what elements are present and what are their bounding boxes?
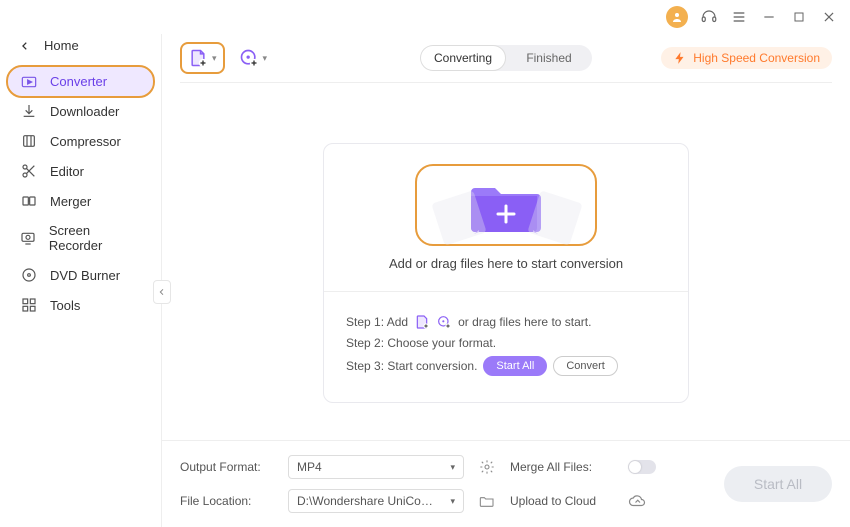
merger-icon bbox=[20, 193, 38, 209]
maximize-icon[interactable] bbox=[790, 8, 808, 26]
sidebar-item-label: Merger bbox=[50, 194, 91, 209]
sidebar-item-downloader[interactable]: Downloader bbox=[8, 96, 153, 126]
file-location-select[interactable]: D:\Wondershare UniConverter 1 ▾ bbox=[288, 489, 464, 513]
sidebar-item-editor[interactable]: Editor bbox=[8, 156, 153, 186]
support-icon[interactable] bbox=[700, 8, 718, 26]
start-all-sample-button[interactable]: Start All bbox=[483, 356, 547, 376]
chevron-down-icon: ▾ bbox=[450, 462, 455, 473]
sidebar-item-tools[interactable]: Tools bbox=[8, 290, 153, 320]
merge-label: Merge All Files: bbox=[510, 460, 620, 474]
merge-toggle[interactable] bbox=[628, 460, 656, 474]
close-icon[interactable] bbox=[820, 8, 838, 26]
sidebar: Home Converter Downloader Compressor Edi… bbox=[0, 34, 162, 527]
high-speed-label: High Speed Conversion bbox=[693, 51, 820, 65]
sidebar-item-compressor[interactable]: Compressor bbox=[8, 126, 153, 156]
sidebar-item-dvd-burner[interactable]: DVD Burner bbox=[8, 260, 153, 290]
sidebar-item-label: Editor bbox=[50, 164, 84, 179]
divider bbox=[324, 291, 688, 292]
menu-icon[interactable] bbox=[730, 8, 748, 26]
compressor-icon bbox=[20, 133, 38, 149]
start-all-button[interactable]: Start All bbox=[724, 466, 832, 502]
convert-sample-button[interactable]: Convert bbox=[553, 356, 618, 376]
grid-icon bbox=[20, 297, 38, 313]
cloud-icon[interactable] bbox=[628, 494, 716, 508]
home-label: Home bbox=[44, 38, 79, 53]
minimize-icon[interactable] bbox=[760, 8, 778, 26]
drop-zone[interactable] bbox=[415, 164, 597, 246]
upload-label: Upload to Cloud bbox=[510, 494, 620, 508]
tab-finished[interactable]: Finished bbox=[506, 45, 592, 71]
drop-card: Add or drag files here to start conversi… bbox=[323, 143, 689, 403]
tab-converting[interactable]: Converting bbox=[420, 45, 506, 71]
add-file-icon bbox=[414, 314, 430, 330]
chevron-down-icon: ▾ bbox=[263, 53, 268, 64]
settings-icon[interactable] bbox=[472, 459, 502, 475]
add-disc-icon bbox=[436, 314, 452, 330]
sidebar-collapse-button[interactable] bbox=[153, 280, 171, 304]
disc-icon bbox=[20, 267, 38, 283]
converter-icon bbox=[20, 75, 38, 89]
home-row[interactable]: Home bbox=[0, 34, 161, 67]
drop-title: Add or drag files here to start conversi… bbox=[389, 256, 623, 271]
avatar[interactable] bbox=[666, 6, 688, 28]
step-1: Step 1: Add or drag files here to start. bbox=[346, 314, 666, 330]
sidebar-item-label: Converter bbox=[50, 74, 107, 89]
sidebar-item-converter[interactable]: Converter bbox=[8, 67, 153, 96]
sidebar-item-merger[interactable]: Merger bbox=[8, 186, 153, 216]
sidebar-item-label: Tools bbox=[50, 298, 80, 313]
sidebar-item-label: Screen Recorder bbox=[49, 223, 141, 253]
chevron-down-icon: ▾ bbox=[212, 53, 217, 64]
add-file-button[interactable]: ▾ bbox=[180, 42, 225, 74]
step-2: Step 2: Choose your format. bbox=[346, 336, 666, 350]
chevron-down-icon: ▾ bbox=[450, 496, 455, 507]
back-icon[interactable] bbox=[20, 41, 30, 51]
sidebar-item-label: Compressor bbox=[50, 134, 121, 149]
sidebar-item-label: DVD Burner bbox=[50, 268, 120, 283]
output-format-select[interactable]: MP4 ▾ bbox=[288, 455, 464, 479]
open-folder-icon[interactable] bbox=[472, 493, 502, 509]
tab-group: Converting Finished bbox=[420, 45, 592, 71]
scissors-icon bbox=[20, 163, 38, 179]
high-speed-badge[interactable]: High Speed Conversion bbox=[661, 47, 832, 69]
add-disc-button[interactable]: ▾ bbox=[233, 44, 274, 72]
output-format-label: Output Format: bbox=[180, 460, 280, 474]
download-icon bbox=[20, 103, 38, 119]
step-3: Step 3: Start conversion. Start All Conv… bbox=[346, 356, 666, 376]
file-location-label: File Location: bbox=[180, 494, 280, 508]
sidebar-item-screen-recorder[interactable]: Screen Recorder bbox=[8, 216, 153, 260]
sidebar-item-label: Downloader bbox=[50, 104, 119, 119]
screen-recorder-icon bbox=[20, 230, 37, 246]
